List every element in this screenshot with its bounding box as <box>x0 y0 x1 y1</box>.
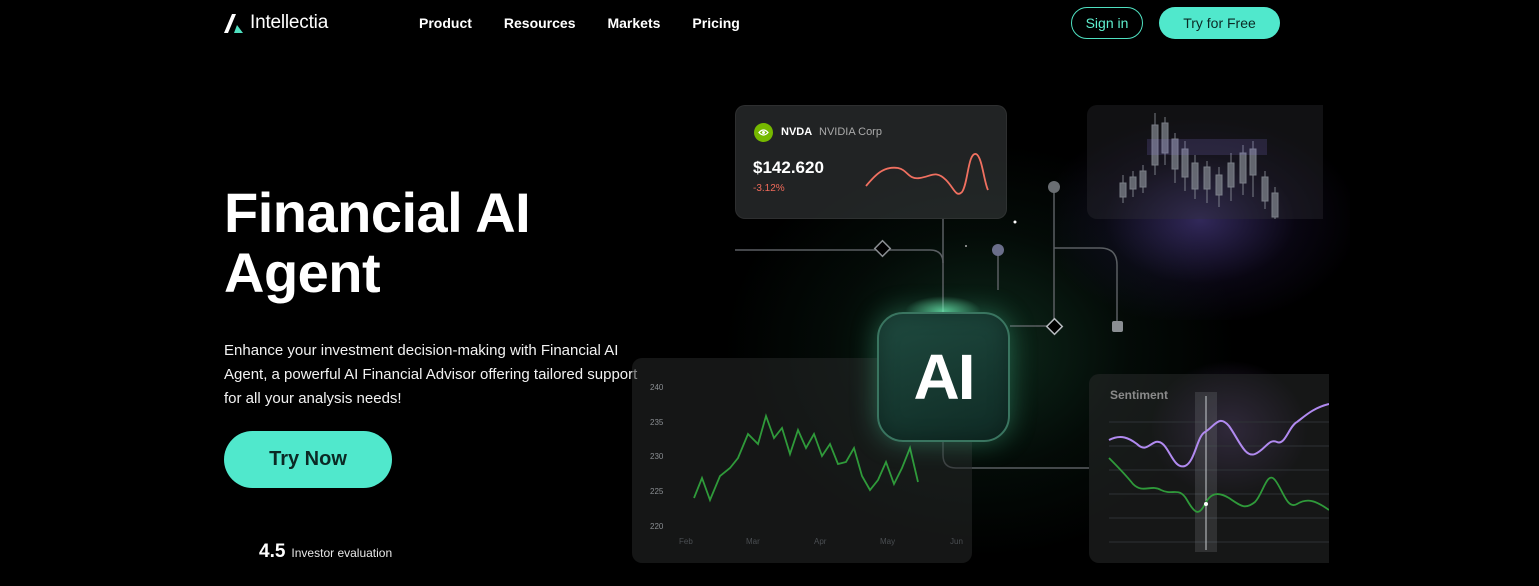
ai-badge-text: AI <box>913 341 976 413</box>
ai-badge: AI <box>877 312 1010 442</box>
star-dot-icon <box>965 245 967 247</box>
diamond-node-icon <box>873 239 892 258</box>
nvidia-icon <box>754 123 773 142</box>
star-dot-icon <box>1013 220 1017 224</box>
y-tick-label: 230 <box>650 452 664 461</box>
stock-change: -3.12% <box>753 183 785 194</box>
candlestick-chart <box>1119 113 1279 219</box>
square-node-icon <box>1112 321 1123 332</box>
stock-ticker: NVDA <box>781 126 813 138</box>
sentiment-chart-card: Sentiment <box>1089 374 1330 563</box>
y-tick-label: 220 <box>650 522 664 531</box>
stock-sparkline <box>865 153 989 195</box>
stock-company: NVIDIA Corp <box>819 126 882 138</box>
sentiment-chart <box>1108 392 1330 552</box>
circle-node-icon <box>992 244 1004 256</box>
candlestick-chart-card <box>1087 105 1323 219</box>
y-tick-label: 240 <box>650 383 664 392</box>
y-tick-label: 235 <box>650 418 664 427</box>
stock-quote-card[interactable]: NVDA NVIDIA Corp $142.620 -3.12% <box>735 105 1007 219</box>
circle-node-icon <box>1048 181 1060 193</box>
stock-price: $142.620 <box>753 158 824 177</box>
x-tick-label: Jun <box>950 537 963 546</box>
x-tick-label: Mar <box>746 537 760 546</box>
diamond-node-icon <box>1045 317 1064 336</box>
x-tick-label: Feb <box>679 537 693 546</box>
y-tick-label: 225 <box>650 487 664 496</box>
x-tick-label: May <box>880 537 895 546</box>
x-tick-label: Apr <box>814 537 827 546</box>
sentiment-title: Sentiment <box>1110 388 1169 402</box>
